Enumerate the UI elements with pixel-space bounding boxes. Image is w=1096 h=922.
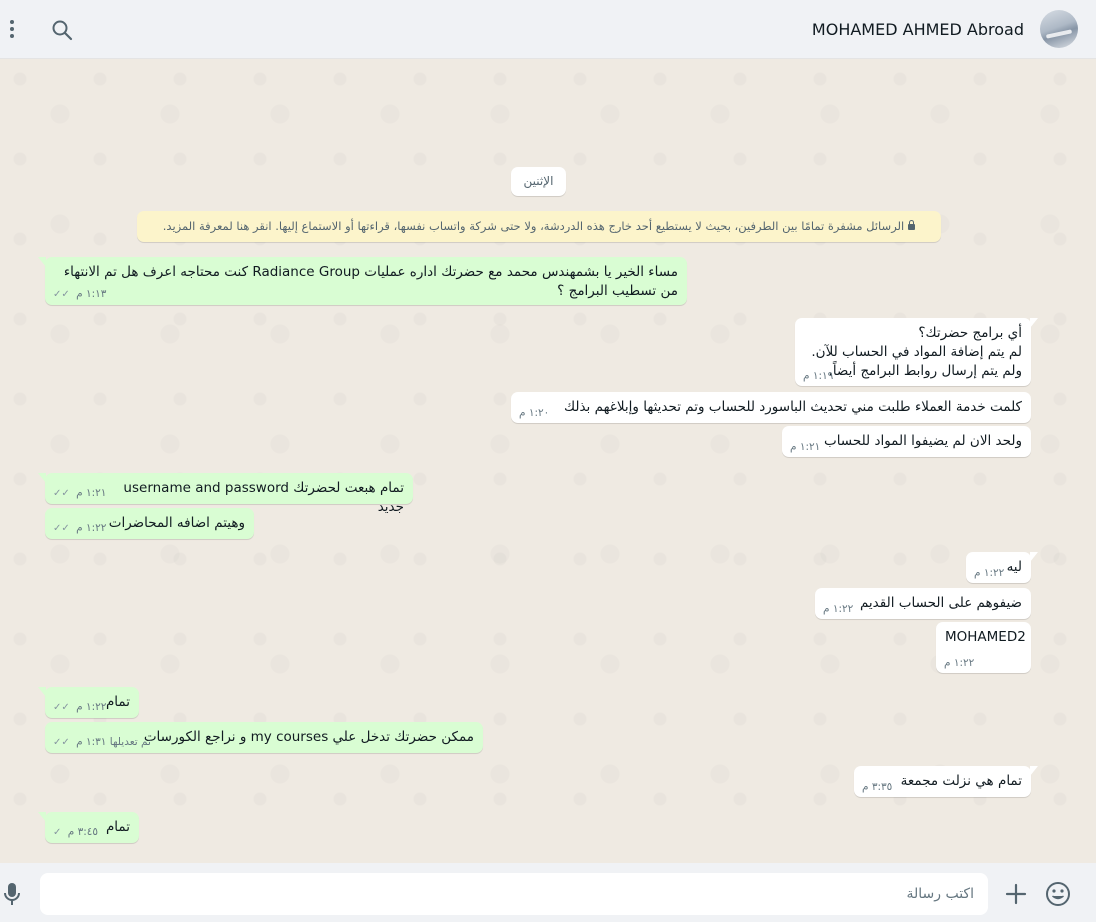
message-bubble-incoming[interactable]: تمام هي نزلت مجمعة ٣:٣٥ م — [854, 766, 1038, 797]
message-meta: ١:٢٢ م — [974, 567, 1004, 579]
search-icon[interactable] — [50, 18, 74, 42]
composer-bar — [0, 863, 1096, 922]
message-text: ضيفوهم على الحساب القديم — [859, 595, 1022, 611]
message-meta: ✓✓ ١:١٣ م — [53, 288, 106, 301]
double-check-icon: ✓✓ — [53, 488, 73, 499]
message-meta: ✓✓ ١:٢٢ م — [53, 522, 106, 535]
message-bubble-incoming[interactable]: كلمت خدمة العملاء طلبت مني تحديث الباسور… — [511, 392, 1031, 423]
message-text: أي برامج حضرتك؟ لم يتم إضافة المواد في ا… — [811, 325, 1022, 379]
message-meta: ١:١٩ م — [803, 370, 833, 382]
double-check-icon: ✓✓ — [53, 289, 73, 300]
message-edited-time: تم تعديلها ١:٣١ م — [76, 736, 151, 748]
message-text: مساء الخير يا بشمهندس محمد مع حضرتك ادار… — [63, 264, 678, 299]
more-options-icon[interactable] — [4, 17, 20, 43]
message-time: ١:٢١ م — [76, 487, 107, 499]
date-separator: الإثنين — [511, 167, 566, 196]
message-meta: ✓✓ ١:٢٢ م — [53, 701, 106, 714]
message-meta: ١:٢٠ م — [519, 407, 549, 419]
message-time: ١:٢١ م — [790, 441, 821, 453]
message-bubble-outgoing[interactable]: تمام ✓ ٣:٤٥ م — [38, 812, 139, 843]
plus-icon[interactable] — [1004, 882, 1028, 906]
lock-icon — [908, 220, 916, 230]
message-meta: ١:٢٢ م — [944, 657, 974, 669]
message-time: ١:٢٠ م — [519, 407, 550, 419]
message-input[interactable] — [40, 873, 988, 915]
message-bubble-incoming[interactable]: ضيفوهم على الحساب القديم ١:٢٢ م — [815, 588, 1031, 619]
message-text: كلمت خدمة العملاء طلبت مني تحديث الباسور… — [563, 399, 1022, 415]
message-meta: ✓✓ ١:٢١ م — [53, 487, 106, 500]
message-time: ١:٢٢ م — [974, 567, 1005, 579]
message-meta: ١:٢٢ م — [823, 603, 853, 615]
message-time: ١:٢٢ م — [76, 701, 107, 713]
double-check-icon: ✓✓ — [53, 737, 73, 748]
contact-name[interactable]: MOHAMED AHMED Abroad — [812, 20, 1024, 39]
message-time: ١:١٩ م — [803, 370, 834, 382]
message-bubble-outgoing[interactable]: تمام ✓✓ ١:٢٢ م — [38, 687, 139, 718]
encryption-notice-text: الرسائل مشفرة تمامًا بين الطرفين، بحيث ل… — [162, 219, 905, 233]
message-bubble-outgoing[interactable]: وهيتم اضافه المحاضرات ✓✓ ١:٢٢ م — [45, 508, 254, 539]
chat-header: MOHAMED AHMED Abroad — [0, 0, 1096, 59]
double-check-icon: ✓✓ — [53, 523, 73, 534]
message-time: ١:٢٢ م — [823, 603, 854, 615]
message-bubble-incoming[interactable]: أي برامج حضرتك؟ لم يتم إضافة المواد في ا… — [795, 318, 1038, 386]
single-check-icon: ✓ — [53, 827, 65, 838]
encryption-notice[interactable]: الرسائل مشفرة تمامًا بين الطرفين، بحيث ل… — [137, 211, 941, 242]
message-bubble-incoming[interactable]: ليه ١:٢٢ م — [966, 552, 1038, 583]
double-check-icon: ✓✓ — [53, 702, 73, 713]
message-bubble-incoming[interactable]: MOHAMED2 ١:٢٢ م — [936, 622, 1031, 673]
message-meta: ✓✓ تم تعديلها ١:٣١ م — [53, 736, 151, 749]
message-bubble-incoming[interactable]: ولحد الان لم يضيفوا المواد للحساب ١:٢١ م — [782, 426, 1031, 457]
message-text: MOHAMED2 — [945, 629, 1026, 645]
emoji-icon[interactable] — [1044, 880, 1072, 908]
message-meta: ✓ ٣:٤٥ م — [53, 826, 98, 839]
message-time: ٣:٤٥ م — [67, 826, 99, 838]
message-time: ١:٢٢ م — [76, 522, 107, 534]
message-time: ١:٢٢ م — [944, 657, 975, 669]
message-meta: ٣:٣٥ م — [862, 781, 892, 793]
message-bubble-outgoing[interactable]: ممكن حضرتك تدخل علي my courses و نراجع ا… — [45, 722, 483, 753]
message-time: ٣:٣٥ م — [862, 781, 893, 793]
chat-area: الإثنين الرسائل مشفرة تمامًا بين الطرفين… — [0, 59, 1096, 863]
message-bubble-outgoing[interactable]: مساء الخير يا بشمهندس محمد مع حضرتك ادار… — [38, 257, 687, 305]
message-time: ١:١٣ م — [76, 288, 107, 300]
message-bubble-outgoing[interactable]: تمام هبعت لحضرتك username and password ج… — [38, 473, 413, 515]
message-meta: ١:٢١ م — [790, 441, 820, 453]
message-text: ولحد الان لم يضيفوا المواد للحساب — [823, 433, 1022, 449]
contact-avatar[interactable] — [1040, 10, 1078, 48]
microphone-icon[interactable] — [2, 881, 22, 907]
